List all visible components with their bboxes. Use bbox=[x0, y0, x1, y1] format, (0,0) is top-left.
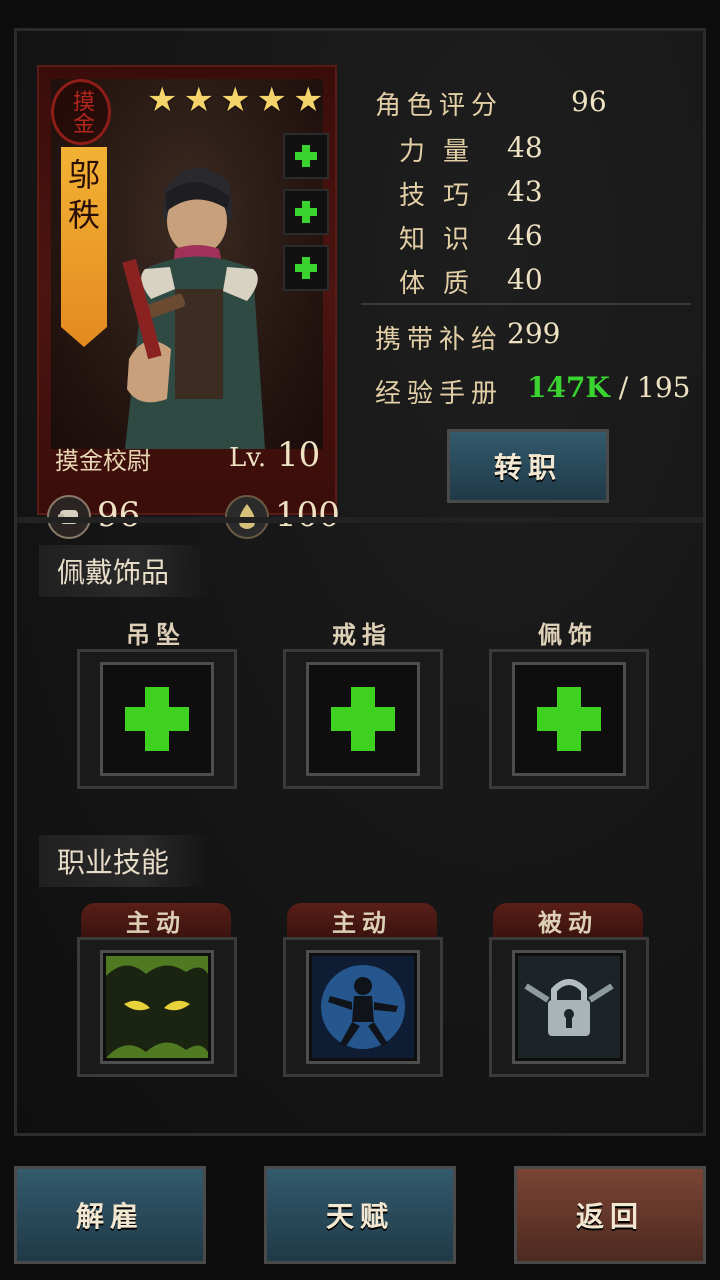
dismiss-button[interactable]: 解雇 bbox=[14, 1166, 206, 1264]
star-icon: ★ bbox=[292, 80, 324, 120]
add-icon bbox=[125, 687, 189, 751]
supplies-value: 299 bbox=[507, 317, 561, 350]
spirit-value: 100 bbox=[275, 495, 340, 535]
character-card[interactable]: 摸金 邬 秩 ★ ★ ★ ★ ★ 摸金校尉 Lv. 10 96 100 bbox=[37, 65, 340, 539]
attr-value-knowledge: 46 bbox=[507, 219, 543, 252]
forest-eyes-icon bbox=[106, 956, 208, 1058]
padlock-chain-icon bbox=[518, 956, 620, 1058]
star-rating: ★ ★ ★ ★ ★ bbox=[147, 83, 323, 117]
character-portrait bbox=[122, 167, 265, 449]
level-value: 10 bbox=[276, 435, 321, 475]
skill-slot-frame bbox=[100, 950, 214, 1064]
skills-title: 职业技能 bbox=[39, 835, 210, 887]
level-prefix: Lv. bbox=[229, 443, 267, 473]
back-button[interactable]: 返回 bbox=[514, 1166, 706, 1264]
skill-label-3: 被动 bbox=[493, 903, 643, 938]
character-overview: 摸金 邬 秩 ★ ★ ★ ★ ★ 摸金校尉 Lv. 10 96 100 角色评分… bbox=[17, 31, 703, 539]
attr-label-strength: 力量 bbox=[399, 137, 488, 167]
exp-display: 147K / 195 bbox=[527, 371, 690, 404]
plus-icon bbox=[295, 145, 317, 167]
main-panel: 摸金 邬 秩 ★ ★ ★ ★ ★ 摸金校尉 Lv. 10 96 100 角色评分… bbox=[14, 28, 706, 1136]
accessory-label-ring: 戒指 bbox=[332, 620, 392, 649]
add-icon bbox=[331, 687, 395, 751]
card-portrait-area: 摸金 邬 秩 ★ ★ ★ ★ ★ bbox=[51, 79, 329, 449]
accessory-slot-pendant[interactable] bbox=[77, 649, 237, 789]
star-icon: ★ bbox=[183, 80, 214, 120]
name-char-2: 秩 bbox=[67, 196, 100, 234]
talent-button[interactable]: 天赋 bbox=[264, 1166, 456, 1264]
star-icon: ★ bbox=[256, 80, 287, 120]
quick-slot-3[interactable] bbox=[283, 245, 329, 291]
accessory-slot-frame bbox=[100, 662, 214, 776]
accessory-slot-frame bbox=[306, 662, 420, 776]
accessory-label-pendant: 吊坠 bbox=[126, 620, 186, 649]
seal-text: 摸金 bbox=[69, 90, 94, 134]
name-char-1: 邬 bbox=[67, 156, 100, 194]
martial-stance-icon bbox=[312, 956, 414, 1058]
skill-slot-frame bbox=[512, 950, 626, 1064]
accessory-slot-frame bbox=[512, 662, 626, 776]
section-divider bbox=[17, 517, 703, 523]
star-icon: ★ bbox=[147, 80, 178, 120]
add-icon bbox=[537, 687, 601, 751]
rating-value: 96 bbox=[571, 85, 607, 118]
stats-divider bbox=[361, 303, 691, 305]
change-class-button[interactable]: 转职 bbox=[447, 429, 609, 503]
exp-needed: 195 bbox=[637, 371, 691, 404]
exp-current: 147K bbox=[527, 371, 610, 404]
plus-icon bbox=[295, 257, 317, 279]
attr-label-skill: 技巧 bbox=[399, 181, 488, 211]
accessory-slot-ring[interactable] bbox=[283, 649, 443, 789]
plus-icon bbox=[295, 201, 317, 223]
skill-label-2: 主动 bbox=[287, 903, 437, 938]
skill-slot-frame bbox=[306, 950, 420, 1064]
rating-label: 角色评分 bbox=[375, 91, 504, 121]
accessories-title: 佩戴饰品 bbox=[39, 545, 210, 597]
star-icon: ★ bbox=[219, 80, 251, 120]
supplies-label: 携带补给 bbox=[375, 325, 504, 355]
skill-label-1: 主动 bbox=[81, 903, 231, 938]
level-display: Lv. 10 bbox=[229, 435, 320, 475]
skill-slot-3[interactable] bbox=[489, 937, 649, 1077]
attr-value-skill: 43 bbox=[507, 175, 543, 208]
skill-slot-1[interactable] bbox=[77, 937, 237, 1077]
quick-slot-1[interactable] bbox=[283, 133, 329, 179]
attr-value-constitution: 40 bbox=[507, 263, 543, 296]
accessory-slot-trinket[interactable] bbox=[489, 649, 649, 789]
attr-label-knowledge: 知识 bbox=[399, 225, 488, 255]
exp-separator: / bbox=[609, 371, 638, 404]
class-name: 摸金校尉 bbox=[55, 447, 151, 475]
attr-label-constitution: 体质 bbox=[399, 269, 488, 299]
seal-emblem: 摸金 bbox=[51, 79, 111, 145]
strength-value: 96 bbox=[97, 495, 141, 535]
accessory-label-trinket: 佩饰 bbox=[538, 620, 598, 649]
attr-value-strength: 48 bbox=[507, 131, 543, 164]
quick-slot-2[interactable] bbox=[283, 189, 329, 235]
skill-slot-2[interactable] bbox=[283, 937, 443, 1077]
name-banner: 邬 秩 bbox=[61, 147, 107, 347]
exp-label: 经验手册 bbox=[375, 379, 504, 409]
